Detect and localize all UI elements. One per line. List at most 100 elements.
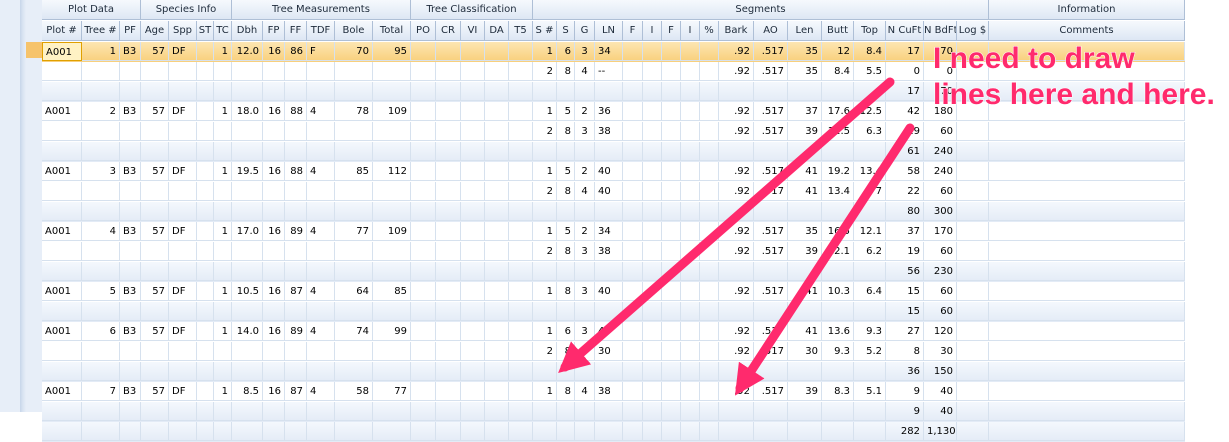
table-cell[interactable] [854,262,886,281]
table-cell[interactable]: 40 [595,282,623,301]
table-cell[interactable] [957,362,989,381]
table-cell[interactable] [575,422,595,441]
table-cell[interactable] [623,122,643,141]
table-cell[interactable]: 70 [924,82,957,101]
table-cell[interactable] [623,222,643,241]
table-cell[interactable] [436,62,461,81]
table-cell[interactable] [957,282,989,301]
table-cell[interactable] [681,242,700,261]
table-cell[interactable]: 36 [595,102,623,121]
column-header[interactable]: AO [754,21,788,41]
table-cell[interactable]: 57 [141,162,169,181]
table-cell[interactable] [120,62,141,81]
table-cell[interactable]: 61 [886,142,924,161]
table-cell[interactable] [643,302,662,321]
table-cell[interactable] [533,362,557,381]
table-cell[interactable] [285,82,307,101]
column-header[interactable]: % [700,21,719,41]
table-cell[interactable] [436,122,461,141]
table-cell[interactable] [989,322,1185,341]
table-cell[interactable]: 41 [788,282,822,301]
table-cell[interactable]: A001 [42,282,82,301]
table-cell[interactable] [169,262,197,281]
table-cell[interactable] [643,262,662,281]
table-cell[interactable] [373,422,411,441]
column-header[interactable]: I [681,21,700,41]
table-cell[interactable] [595,302,623,321]
table-cell[interactable] [335,142,373,161]
table-cell[interactable]: .92 [719,62,754,81]
table-cell[interactable]: A001 [42,162,82,181]
table-cell[interactable]: 1 [214,102,232,121]
table-cell[interactable] [285,62,307,81]
table-cell[interactable]: B3 [120,222,141,241]
table-cell[interactable]: 38 [595,122,623,141]
table-cell[interactable]: 3 [575,282,595,301]
table-cell[interactable]: .517 [754,102,788,121]
table-cell[interactable]: .92 [719,122,754,141]
table-cell[interactable] [754,302,788,321]
table-cell[interactable] [373,82,411,101]
table-cell[interactable] [335,262,373,281]
table-cell[interactable] [82,242,120,261]
table-cell[interactable]: 2 [533,182,557,201]
table-cell[interactable] [485,102,509,121]
table-cell[interactable] [700,42,719,61]
table-cell[interactable] [822,82,854,101]
table-cell[interactable] [485,302,509,321]
column-header[interactable]: S [557,21,575,41]
column-header[interactable]: G [575,21,595,41]
table-cell[interactable] [509,262,533,281]
table-cell[interactable] [681,222,700,241]
table-cell[interactable] [461,162,485,181]
table-cell[interactable]: 2 [533,242,557,261]
table-cell[interactable] [989,262,1185,281]
table-row[interactable]: A001 5 B3 57 DF 1 10.5 16 87 4 64 85 1 8 3 40.92.517 41 1… [42,282,1185,302]
table-cell[interactable] [436,82,461,101]
table-cell[interactable] [42,82,82,101]
table-cell[interactable] [989,302,1185,321]
table-cell[interactable] [263,122,285,141]
table-cell[interactable] [169,62,197,81]
table-cell[interactable] [82,82,120,101]
table-cell[interactable]: 4 [307,102,335,121]
table-cell[interactable] [436,322,461,341]
table-cell[interactable] [197,182,214,201]
table-cell[interactable] [854,302,886,321]
table-cell[interactable] [485,262,509,281]
table-cell[interactable] [989,222,1185,241]
table-cell[interactable] [335,202,373,221]
table-cell[interactable] [575,142,595,161]
table-cell[interactable] [197,122,214,141]
table-cell[interactable] [854,202,886,221]
table-cell[interactable] [485,142,509,161]
table-cell[interactable]: 2 [575,222,595,241]
table-cell[interactable]: 4 [307,282,335,301]
table-cell[interactable]: A001 [42,102,82,121]
table-cell[interactable] [509,362,533,381]
table-cell[interactable] [373,122,411,141]
table-cell[interactable]: 17.0 [232,222,263,241]
table-cell[interactable] [285,182,307,201]
table-cell[interactable]: 34 [595,42,623,61]
table-cell[interactable] [197,42,214,61]
table-cell[interactable] [307,242,335,261]
table-cell[interactable] [957,202,989,221]
table-cell[interactable] [533,142,557,161]
table-cell[interactable] [42,242,82,261]
table-cell[interactable] [754,422,788,441]
table-cell[interactable] [719,262,754,281]
table-cell[interactable] [214,362,232,381]
column-header[interactable]: Len [788,21,822,41]
table-cell[interactable] [411,262,436,281]
table-row[interactable]: 2 8 4 -- .92.517 35 8.4 5.5 0 0 [42,62,1185,82]
table-cell[interactable] [788,302,822,321]
table-cell[interactable] [662,242,681,261]
table-cell[interactable] [120,302,141,321]
table-cell[interactable] [719,302,754,321]
table-cell[interactable] [307,182,335,201]
table-cell[interactable] [822,262,854,281]
table-cell[interactable] [120,242,141,261]
table-cell[interactable] [197,262,214,281]
table-cell[interactable] [42,142,82,161]
